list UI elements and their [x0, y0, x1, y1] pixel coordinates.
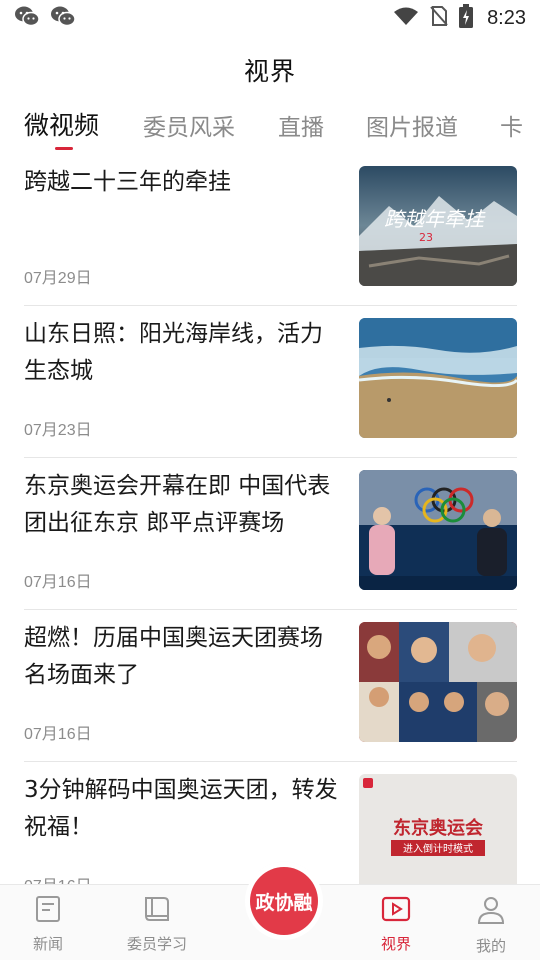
video-thumbnail[interactable]: [359, 470, 517, 590]
nav-news[interactable]: 新闻: [3, 895, 93, 954]
book-icon: [142, 895, 172, 927]
person-icon: [476, 895, 506, 929]
tab-member-profiles[interactable]: 委员风采: [143, 108, 235, 142]
item-title: 跨越二十三年的牵挂: [24, 169, 231, 195]
thumb-title-text: 跨越年牵挂: [384, 207, 486, 231]
app-header: 视界: [0, 36, 540, 104]
clock: 8:23: [487, 6, 526, 29]
nav-label: 委员学习: [126, 935, 187, 953]
nav-label: 视界: [380, 935, 411, 953]
feed-item[interactable]: 跨越二十三年的牵挂 07月29日 跨越年牵挂 23: [24, 154, 517, 306]
thumb-subtitle-text: 进入倒计时模式: [403, 842, 473, 855]
page-title: 视界: [243, 57, 296, 86]
status-bar: 8:23: [0, 0, 540, 36]
tab-indicator: [55, 147, 73, 150]
item-date: 07月23日: [24, 422, 92, 439]
nav-label: 我的: [475, 937, 506, 955]
item-title: 3分钟解码中国奥运天团，转发祝福！: [24, 777, 338, 840]
video-thumbnail[interactable]: 东京奥运会 进入倒计时模式: [359, 774, 517, 884]
nav-vision[interactable]: 视界: [351, 895, 441, 954]
thumb-accent-text: 23: [419, 231, 433, 244]
nav-label: 新闻: [32, 935, 63, 953]
item-date: 07月16日: [24, 574, 92, 591]
video-thumbnail[interactable]: 跨越年牵挂 23: [359, 166, 517, 286]
wechat-icon: [14, 5, 40, 31]
item-title: 东京奥运会开幕在即 中国代表团出征东京 郎平点评赛场: [24, 473, 331, 536]
feed-item[interactable]: 东京奥运会开幕在即 中国代表团出征东京 郎平点评赛场 07月16日: [24, 458, 517, 610]
video-thumbnail[interactable]: [359, 622, 517, 742]
tab-live[interactable]: 直播: [278, 108, 324, 142]
item-title: 超燃！历届中国奥运天团赛场名场面来了: [24, 625, 323, 688]
center-action-label: 政协融: [255, 891, 313, 914]
tab-photo-reports[interactable]: 图片报道: [366, 108, 458, 142]
feed-item[interactable]: 山东日照：阳光海岸线，活力生态城 07月23日: [24, 306, 517, 458]
video-feed: 跨越二十三年的牵挂 07月29日 跨越年牵挂 23 山东日照：阳光海岸线，活力生…: [0, 154, 540, 884]
battery-charging-icon: [459, 4, 474, 32]
thumb-title-text: 东京奥运会: [393, 817, 483, 839]
item-title: 山东日照：阳光海岸线，活力生态城: [24, 321, 323, 384]
item-date: 07月29日: [24, 270, 92, 287]
item-date: 07月16日: [24, 872, 92, 884]
video-play-icon: [381, 895, 411, 927]
feed-item[interactable]: 超燃！历届中国奥运天团赛场名场面来了 07月16日: [24, 610, 517, 762]
nav-member-study[interactable]: 委员学习: [112, 895, 202, 954]
center-action-button[interactable]: 政协融: [250, 867, 318, 935]
feed-item[interactable]: 3分钟解码中国奥运天团，转发祝福！ 07月16日 东京奥运会 进入倒计时模式: [24, 762, 517, 884]
tab-micro-video[interactable]: 微视频: [24, 106, 99, 142]
wifi-icon: [393, 6, 419, 30]
item-date: 07月16日: [24, 726, 92, 743]
tab-more[interactable]: 卡: [500, 108, 523, 142]
wechat-icon: [50, 5, 76, 31]
video-thumbnail[interactable]: [359, 318, 517, 438]
nav-mine[interactable]: 我的: [446, 895, 536, 956]
news-icon: [34, 895, 62, 927]
no-sim-icon: [429, 5, 449, 31]
bottom-nav: 新闻 委员学习 政协融 视界 我的: [0, 867, 540, 960]
tab-bar: 微视频 委员风采 直播 图片报道 卡: [0, 104, 540, 154]
